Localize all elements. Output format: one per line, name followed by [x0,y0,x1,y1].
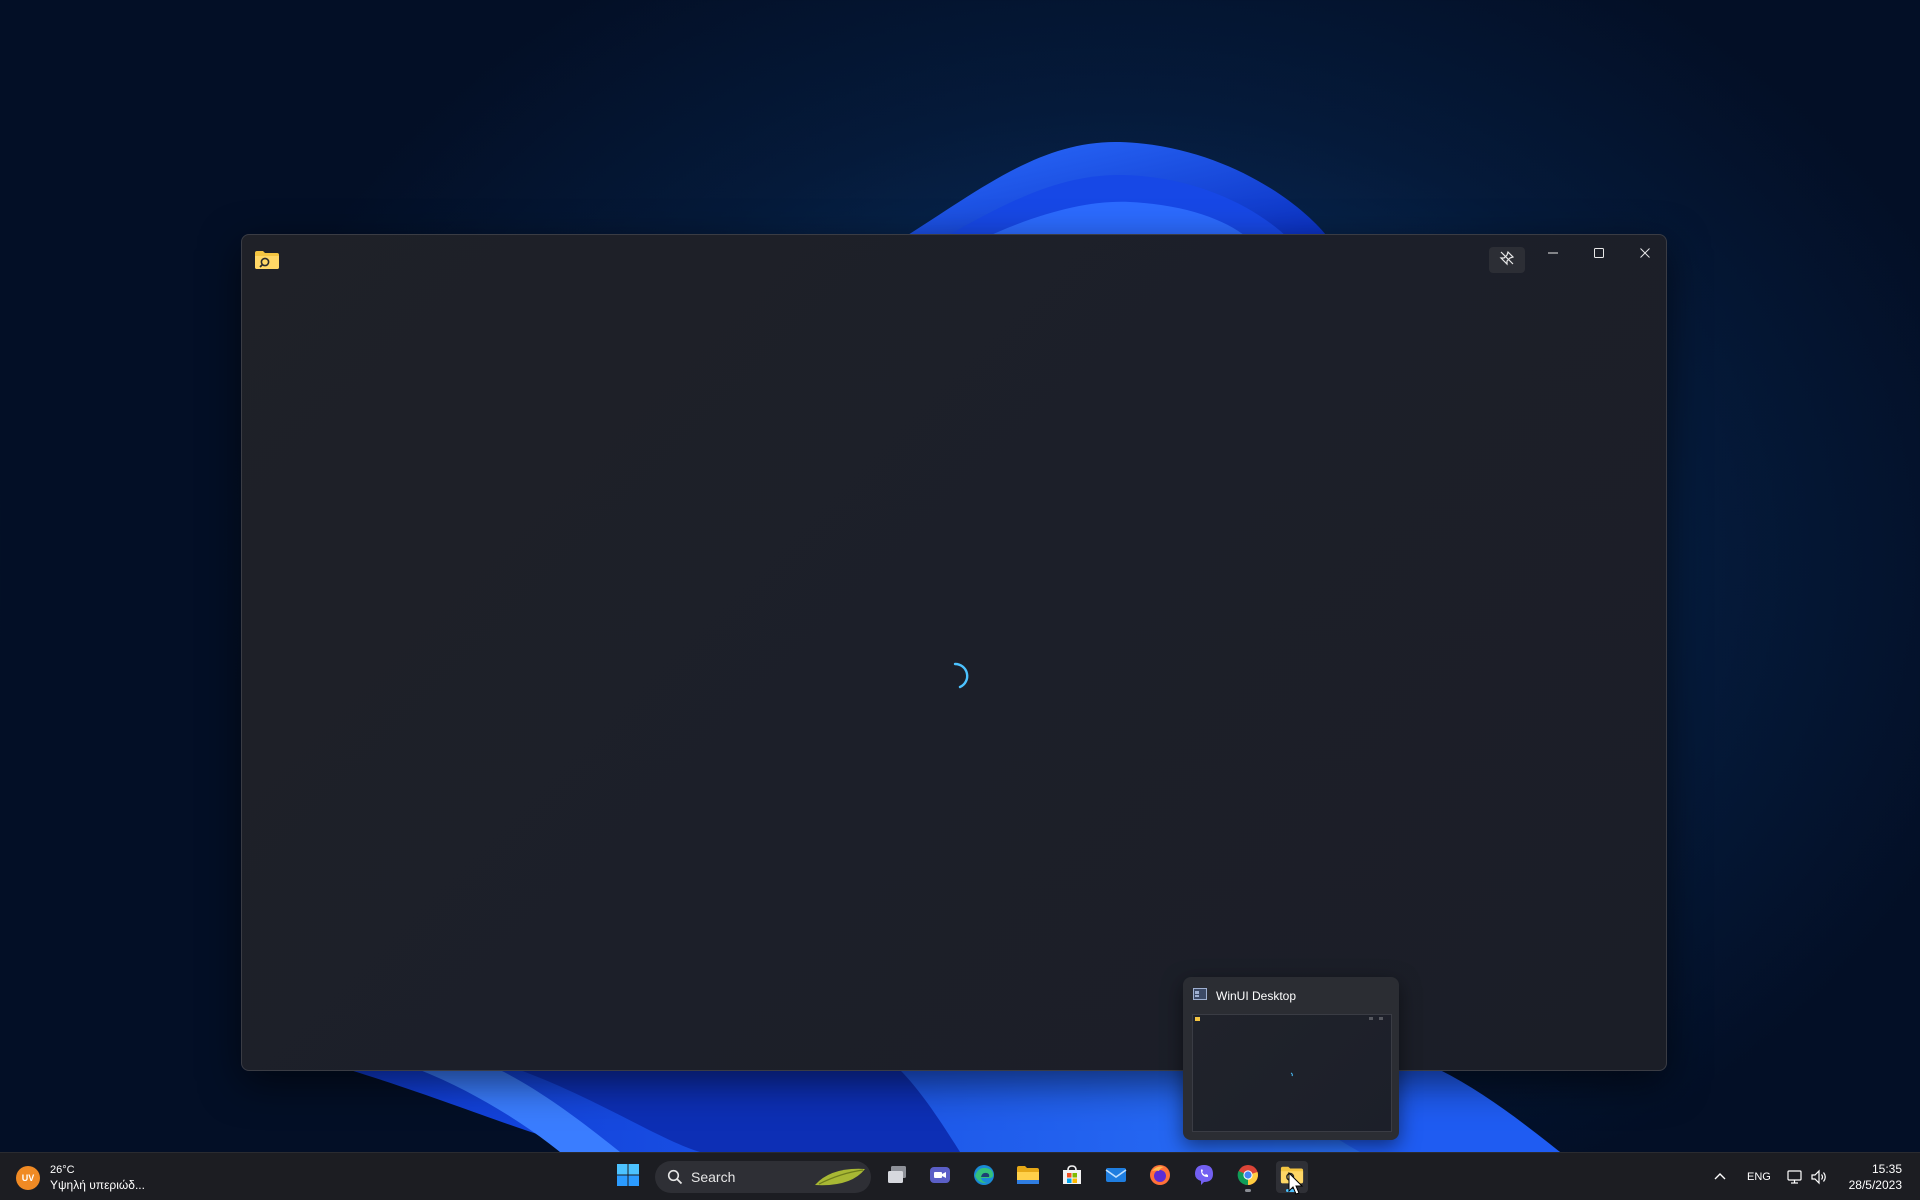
close-icon [1639,246,1651,264]
unpin-icon [1499,250,1515,271]
app-window [241,234,1667,1071]
chrome-icon [1236,1163,1260,1192]
maximize-button[interactable] [1576,239,1622,271]
minimize-button[interactable] [1530,239,1576,271]
loading-spinner [953,662,969,689]
taskbar: UV 26°C Υψηλή υπεριώδ... Search ENG 15:3… [0,1152,1920,1200]
search-icon [667,1169,683,1185]
search-highlight-icon [811,1165,869,1194]
edge-icon [972,1163,996,1192]
mail-icon [1104,1163,1128,1192]
folder-search-icon [254,249,280,271]
language-indicator[interactable]: ENG [1747,1171,1771,1183]
edge-button[interactable] [968,1161,1000,1193]
weather-description: Υψηλή υπεριώδ... [50,1178,145,1192]
task-view-button[interactable] [881,1161,913,1193]
app-window-icon [1193,987,1207,1005]
teams-button[interactable] [924,1161,956,1193]
uv-badge: UV [16,1166,40,1190]
clock-date: 28/5/2023 [1848,1178,1902,1192]
file-explorer-button[interactable] [1012,1161,1044,1193]
clock-time: 15:35 [1871,1162,1902,1176]
start-button[interactable] [612,1161,644,1193]
close-button[interactable] [1622,239,1666,271]
volume-icon[interactable] [1810,1168,1828,1191]
teams-icon [928,1163,952,1192]
mouse-cursor [1288,1172,1304,1195]
thumbnail-window-preview [1192,1014,1392,1132]
running-indicator [1245,1189,1251,1192]
mail-button[interactable] [1100,1161,1132,1193]
weather-temperature: 26°C [50,1164,75,1176]
search-label: Search [691,1169,736,1185]
store-icon [1060,1163,1084,1192]
store-button[interactable] [1056,1161,1088,1193]
taskbar-search[interactable]: Search [655,1161,871,1193]
network-icon[interactable] [1786,1168,1804,1191]
weather-widget[interactable]: UV 26°C Υψηλή υπεριώδ... [16,1163,145,1193]
title-bar[interactable] [242,235,1666,279]
firefox-icon [1148,1163,1172,1192]
viber-button[interactable] [1188,1161,1220,1193]
minimize-icon [1547,246,1559,264]
chevron-up-icon[interactable] [1712,1169,1728,1190]
windows-start-icon [616,1163,640,1192]
chrome-button[interactable] [1232,1161,1264,1193]
clock[interactable]: 15:35 28/5/2023 [1830,1161,1902,1193]
file-explorer-icon [1016,1163,1040,1192]
firefox-button[interactable] [1144,1161,1176,1193]
viber-icon [1192,1163,1216,1192]
unpin-button[interactable] [1489,247,1525,273]
thumbnail-title: WinUI Desktop [1216,989,1297,1003]
maximize-icon [1593,246,1605,264]
task-view-icon [885,1163,909,1192]
taskbar-thumbnail-preview[interactable]: WinUI Desktop [1183,977,1399,1140]
thumbnail-header: WinUI Desktop [1193,987,1296,1005]
